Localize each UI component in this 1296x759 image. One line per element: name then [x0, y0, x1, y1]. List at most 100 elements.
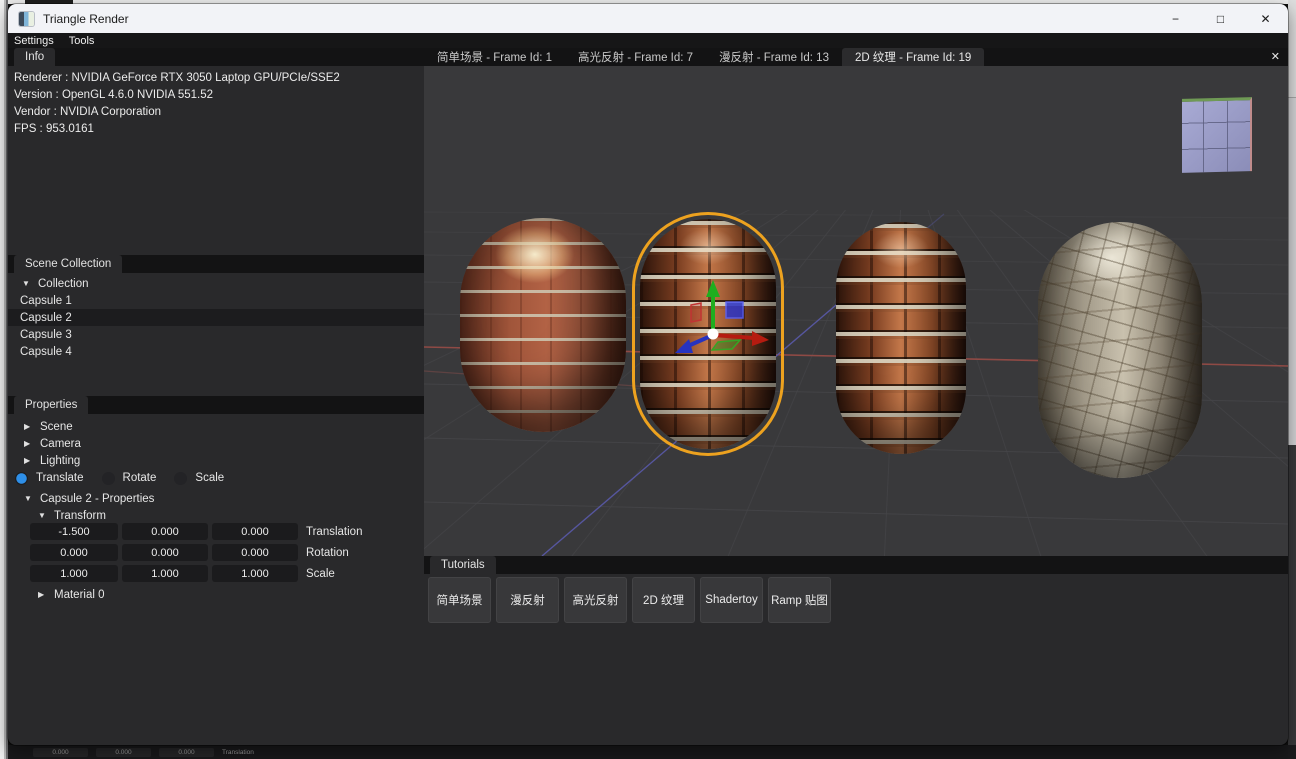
tree-node-transform[interactable]: ▼ Transform [38, 507, 106, 524]
tree-node-lighting[interactable]: ▶ Lighting [24, 452, 80, 469]
viewport-column: 简单场景 - Frame Id: 1 高光反射 - Frame Id: 7 漫反… [424, 48, 1288, 745]
scale-radio[interactable] [174, 471, 188, 485]
lighting-group-label: Lighting [40, 454, 81, 467]
maximize-icon[interactable]: □ [1198, 4, 1243, 33]
tutorial-button-shadertoy[interactable]: Shadertoy [700, 577, 763, 623]
tab-specular[interactable]: 高光反射 - Frame Id: 7 [565, 48, 706, 66]
tree-node-material-0[interactable]: ▶ Material 0 [38, 586, 105, 603]
tab-tutorials[interactable]: Tutorials [430, 556, 496, 574]
translation-row-label: Translation [306, 525, 363, 538]
capsule-4-stone[interactable] [1038, 222, 1202, 478]
tree-node-scene[interactable]: ▶ Scene [24, 418, 73, 435]
scale-z-field[interactable]: 1.000 [212, 565, 298, 582]
object-properties-header: Capsule 2 - Properties [40, 492, 155, 505]
rotation-row-label: Rotation [306, 546, 349, 559]
tab-diffuse[interactable]: 漫反射 - Frame Id: 13 [706, 48, 842, 66]
properties-panel: ▶ Scene ▶ Camera ▶ Lighting Translate Ro… [8, 414, 424, 745]
rotate-label[interactable]: Rotate [123, 472, 157, 484]
title-bar: Triangle Render − □ ✕ [8, 4, 1288, 33]
window-controls: − □ ✕ [1153, 4, 1288, 33]
capsule-1-smooth-brick[interactable] [460, 218, 626, 432]
tab-scene-collection[interactable]: Scene Collection [14, 255, 123, 273]
background-value-label: Translation [222, 748, 254, 756]
rotate-radio[interactable] [101, 471, 115, 485]
menu-item-settings[interactable]: Settings [14, 35, 54, 47]
tree-node-camera[interactable]: ▶ Camera [24, 435, 81, 452]
chevron-down-icon[interactable]: ▼ [24, 494, 36, 503]
translate-radio[interactable] [15, 471, 28, 485]
tab-properties[interactable]: Properties [14, 396, 89, 414]
tree-node-collection[interactable]: ▼ Collection [8, 275, 424, 292]
background-window-left-edge [0, 0, 8, 759]
translation-x-field[interactable]: -1.500 [30, 523, 118, 540]
scale-y-field[interactable]: 1.000 [122, 565, 208, 582]
translation-z-field[interactable]: 0.000 [212, 523, 298, 540]
light-source-cube[interactable] [1182, 97, 1252, 173]
rotation-z-field[interactable]: 0.000 [212, 544, 298, 561]
list-item-capsule-4[interactable]: Capsule 4 [8, 343, 424, 360]
tab-info[interactable]: Info [14, 48, 56, 66]
minimize-icon[interactable]: − [1153, 4, 1198, 33]
vendor-info: Vendor : NVIDIA Corporation [14, 106, 162, 118]
tutorial-button-diffuse[interactable]: 漫反射 [496, 577, 559, 623]
chevron-right-icon[interactable]: ▶ [24, 422, 36, 431]
chevron-right-icon[interactable]: ▶ [38, 590, 50, 599]
background-value-box: 0.000 [33, 747, 88, 757]
scale-label[interactable]: Scale [195, 472, 224, 484]
app-window: Triangle Render − □ ✕ Settings Tools Inf… [8, 4, 1288, 745]
window-title: Triangle Render [43, 11, 129, 26]
properties-tab-bar: Properties [8, 396, 424, 414]
scene-group-label: Scene [40, 420, 73, 433]
tutorial-button-specular[interactable]: 高光反射 [564, 577, 627, 623]
background-bottom-segment [1288, 745, 1296, 759]
tab-simple-scene[interactable]: 简单场景 - Frame Id: 1 [424, 48, 565, 66]
rotation-x-field[interactable]: 0.000 [30, 544, 118, 561]
scale-x-field[interactable]: 1.000 [30, 565, 118, 582]
list-item-capsule-3[interactable]: Capsule 3 [8, 326, 424, 343]
viewport-3d-scene[interactable] [424, 66, 1288, 556]
translation-y-field[interactable]: 0.000 [122, 523, 208, 540]
tab-2d-texture[interactable]: 2D 纹理 - Frame Id: 19 [841, 48, 985, 66]
chevron-down-icon[interactable]: ▼ [22, 279, 34, 288]
menu-bar: Settings Tools [8, 33, 1288, 48]
viewport-tab-bar: 简单场景 - Frame Id: 1 高光反射 - Frame Id: 7 漫反… [424, 48, 1288, 66]
scale-row-label: Scale [306, 567, 335, 580]
camera-group-label: Camera [40, 437, 81, 450]
capsule-2-selected[interactable] [640, 219, 776, 449]
tutorial-button-ramp-map[interactable]: Ramp 贴图 [768, 577, 831, 623]
background-value-box: 0.000 [96, 747, 151, 757]
rotation-y-field[interactable]: 0.000 [122, 544, 208, 561]
background-scrollbar-segment [1288, 0, 1296, 98]
menu-item-tools[interactable]: Tools [69, 35, 95, 47]
close-icon[interactable]: ✕ [1243, 4, 1288, 33]
translate-label[interactable]: Translate [36, 472, 84, 484]
background-dark-segment [1288, 445, 1296, 745]
scene-collection-tab-bar: Scene Collection [8, 255, 424, 273]
tree-node-capsule2-properties[interactable]: ▼ Capsule 2 - Properties [24, 490, 154, 507]
tutorial-button-simple-scene[interactable]: 简单场景 [428, 577, 491, 623]
background-window-strip: 0.000 0.000 0.000 Translation [8, 745, 1288, 759]
list-item-capsule-2[interactable]: Capsule 2 [8, 309, 424, 326]
background-value-box: 0.000 [159, 747, 214, 757]
collection-label: Collection [38, 277, 89, 290]
capsule-3-bump-brick[interactable] [836, 222, 966, 454]
left-panel-column: Info Renderer : NVIDIA GeForce RTX 3050 … [8, 48, 424, 745]
info-panel: Renderer : NVIDIA GeForce RTX 3050 Lapto… [8, 66, 424, 255]
renderer-info: Renderer : NVIDIA GeForce RTX 3050 Lapto… [14, 72, 340, 84]
list-item-capsule-1[interactable]: Capsule 1 [8, 292, 424, 309]
tab-close-icon[interactable]: ✕ [1271, 50, 1280, 63]
scene-collection-panel: ▼ Collection Capsule 1 Capsule 2 Capsule… [8, 273, 424, 396]
chevron-right-icon[interactable]: ▶ [24, 456, 36, 465]
tutorials-tab-bar: Tutorials [424, 556, 1288, 574]
version-info: Version : OpenGL 4.6.0 NVIDIA 551.52 [14, 89, 214, 101]
info-tab-bar: Info [8, 48, 424, 66]
gizmo-mode-radios: Translate Rotate Scale [15, 470, 242, 486]
tutorial-button-2d-texture[interactable]: 2D 纹理 [632, 577, 695, 623]
chevron-down-icon[interactable]: ▼ [38, 511, 50, 520]
tutorials-panel: 简单场景 漫反射 高光反射 2D 纹理 Shadertoy Ramp 贴图 [424, 574, 1288, 745]
material-label: Material 0 [54, 588, 105, 601]
background-window-right-edge [1288, 0, 1296, 759]
app-icon [19, 11, 34, 26]
fps-info: FPS : 953.0161 [14, 123, 94, 135]
chevron-right-icon[interactable]: ▶ [24, 439, 36, 448]
